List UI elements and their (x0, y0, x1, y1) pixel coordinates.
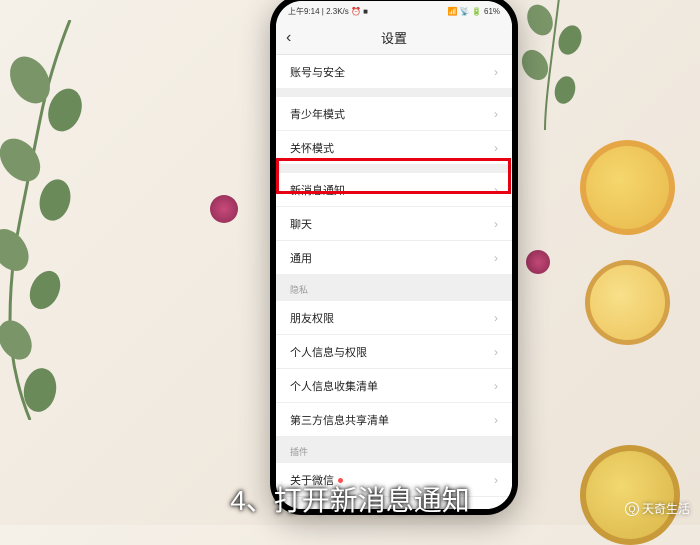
row-label: 朋友权限 (290, 310, 334, 326)
page-header: ‹ 设置 (276, 21, 512, 55)
settings-list: 账号与安全 › 青少年模式 › 关怀模式 › 新消息通知 › 聊天 › (276, 55, 512, 509)
chevron-right-icon: › (494, 217, 498, 231)
row-third-party-sharing[interactable]: 第三方信息共享清单 › (276, 403, 512, 437)
page-title: 设置 (276, 28, 512, 47)
row-friend-permissions[interactable]: 朋友权限 › (276, 301, 512, 335)
chevron-right-icon: › (494, 251, 498, 265)
row-label: 青少年模式 (290, 106, 345, 122)
row-label: 聊天 (290, 216, 312, 232)
back-icon[interactable]: ‹ (286, 29, 291, 47)
chevron-right-icon: › (494, 473, 498, 487)
chevron-right-icon: › (494, 507, 498, 510)
row-label: 个人信息收集清单 (290, 378, 378, 394)
chevron-right-icon: › (494, 413, 498, 427)
watermark: Q 天奇生活 (625, 500, 690, 517)
row-label: 新消息通知 (290, 182, 345, 198)
chevron-right-icon: › (494, 311, 498, 325)
watermark-text: 天奇生活 (642, 500, 690, 517)
chevron-right-icon: › (494, 141, 498, 155)
status-bar: 上午9:14 | 2.3K/s ⏰ ■ 📶 📡 🔋 61% (276, 1, 512, 21)
watermark-icon: Q (625, 502, 639, 516)
section-privacy-header: 隐私 (276, 275, 512, 301)
chevron-right-icon: › (494, 65, 498, 79)
row-label: 通用 (290, 250, 312, 266)
row-general[interactable]: 通用 › (276, 241, 512, 275)
chevron-right-icon: › (494, 345, 498, 359)
section-plugins-header: 插件 (276, 437, 512, 463)
row-chat[interactable]: 聊天 › (276, 207, 512, 241)
row-label: 账号与安全 (290, 64, 345, 80)
row-notifications[interactable]: 新消息通知 › (276, 173, 512, 207)
row-account-security[interactable]: 账号与安全 › (276, 55, 512, 89)
row-label: 关怀模式 (290, 140, 334, 156)
row-label: 第三方信息共享清单 (290, 412, 389, 428)
row-teen-mode[interactable]: 青少年模式 › (276, 97, 512, 131)
status-right: 📶 📡 🔋 61% (447, 7, 500, 16)
chevron-right-icon: › (494, 379, 498, 393)
phone-frame: 上午9:14 | 2.3K/s ⏰ ■ 📶 📡 🔋 61% ‹ 设置 账号与安全… (270, 0, 518, 515)
phone-screen: 上午9:14 | 2.3K/s ⏰ ■ 📶 📡 🔋 61% ‹ 设置 账号与安全… (276, 1, 512, 509)
instruction-caption: 4、打开新消息通知 (230, 479, 470, 519)
row-label: 个人信息与权限 (290, 344, 367, 360)
chevron-right-icon: › (494, 107, 498, 121)
chevron-right-icon: › (494, 183, 498, 197)
row-info-collection[interactable]: 个人信息收集清单 › (276, 369, 512, 403)
row-care-mode[interactable]: 关怀模式 › (276, 131, 512, 165)
row-personal-info[interactable]: 个人信息与权限 › (276, 335, 512, 369)
status-left: 上午9:14 | 2.3K/s ⏰ ■ (288, 6, 368, 17)
